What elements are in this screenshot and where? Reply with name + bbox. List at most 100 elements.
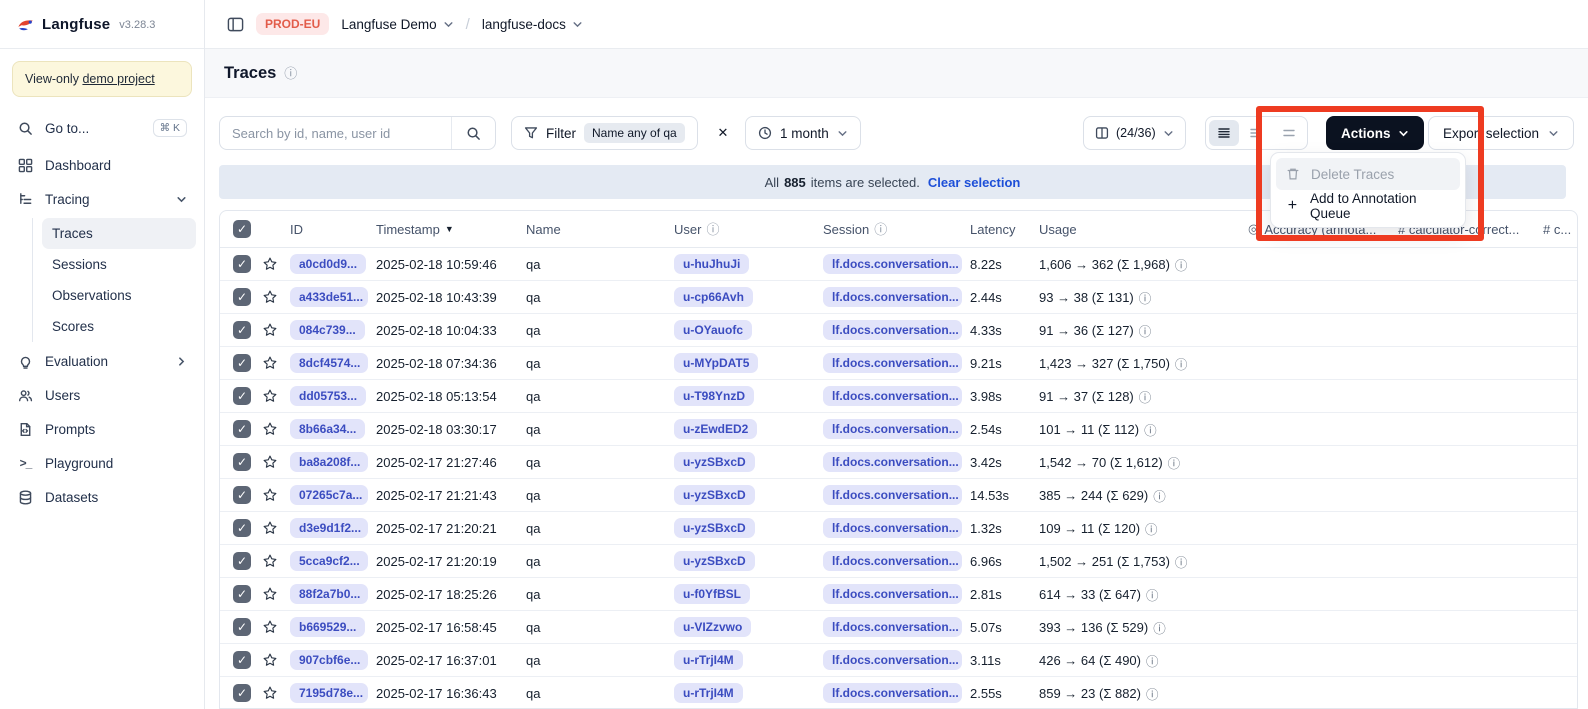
user-badge[interactable]: u-OYauofc: [674, 320, 752, 340]
sidebar-toggle-icon[interactable]: [227, 16, 244, 33]
filter-button[interactable]: Filter Name any of qa: [511, 116, 698, 150]
star-icon[interactable]: [262, 256, 278, 272]
session-badge[interactable]: lf.docs.conversation...: [823, 386, 962, 406]
user-badge[interactable]: u-rTrjI4M: [674, 650, 743, 670]
user-badge[interactable]: u-f0YfBSL: [674, 584, 750, 604]
trace-id-badge[interactable]: dd05753...: [290, 386, 366, 406]
org-selector[interactable]: Langfuse Demo: [341, 17, 453, 32]
sidebar-item-scores[interactable]: Scores: [42, 311, 196, 342]
star-icon[interactable]: [262, 322, 278, 338]
row-checkbox[interactable]: ✓: [233, 618, 251, 636]
session-badge[interactable]: lf.docs.conversation...: [823, 287, 962, 307]
user-badge[interactable]: u-yzSBxcD: [674, 551, 755, 571]
sidebar-item-prompts[interactable]: Prompts: [8, 412, 196, 446]
star-icon[interactable]: [262, 454, 278, 470]
sidebar-item-playground[interactable]: >_ Playground: [8, 446, 196, 480]
header-usage[interactable]: Usage: [1035, 222, 1244, 237]
session-badge[interactable]: lf.docs.conversation...: [823, 485, 962, 505]
export-selection-button[interactable]: Export selection: [1428, 116, 1574, 150]
demo-project-link[interactable]: demo project: [82, 72, 154, 86]
info-icon[interactable]: ⓘ: [1175, 552, 1188, 571]
row-checkbox[interactable]: ✓: [233, 486, 251, 504]
row-height-small-button[interactable]: [1209, 120, 1239, 146]
clear-selection-link[interactable]: Clear selection: [928, 175, 1021, 190]
sidebar-item-observations[interactable]: Observations: [42, 280, 196, 311]
row-checkbox[interactable]: ✓: [233, 519, 251, 537]
star-icon[interactable]: [262, 619, 278, 635]
info-icon[interactable]: ⓘ: [284, 67, 297, 80]
table-row[interactable]: ✓907cbf6e...2025-02-17 16:37:01qau-rTrjI…: [220, 644, 1577, 677]
table-row[interactable]: ✓d3e9d1f2...2025-02-17 21:20:21qau-yzSBx…: [220, 512, 1577, 545]
goto-button[interactable]: Go to... ⌘ K: [8, 111, 196, 145]
user-badge[interactable]: u-T98YnzD: [674, 386, 754, 406]
session-badge[interactable]: lf.docs.conversation...: [823, 518, 962, 538]
sidebar-item-datasets[interactable]: Datasets: [8, 480, 196, 514]
user-badge[interactable]: u-yzSBxcD: [674, 452, 755, 472]
sidebar-item-evaluation[interactable]: Evaluation: [8, 344, 196, 378]
user-badge[interactable]: u-zEwdED2: [674, 419, 757, 439]
row-checkbox[interactable]: ✓: [233, 354, 251, 372]
row-checkbox[interactable]: ✓: [233, 420, 251, 438]
star-icon[interactable]: [262, 421, 278, 437]
row-checkbox[interactable]: ✓: [233, 651, 251, 669]
trace-id-badge[interactable]: 8b66a34...: [290, 419, 365, 439]
info-icon[interactable]: ⓘ: [1139, 387, 1152, 406]
session-badge[interactable]: lf.docs.conversation...: [823, 353, 962, 373]
user-badge[interactable]: u-MYpDAT5: [674, 353, 758, 373]
table-row[interactable]: ✓b669529...2025-02-17 16:58:45qau-VIZzvw…: [220, 611, 1577, 644]
table-row[interactable]: ✓084c739...2025-02-18 10:04:33qau-OYauof…: [220, 314, 1577, 347]
session-badge[interactable]: lf.docs.conversation...: [823, 551, 962, 571]
trace-id-badge[interactable]: ba8a208f...: [290, 452, 368, 472]
table-row[interactable]: ✓8dcf4574...2025-02-18 07:34:36qau-MYpDA…: [220, 347, 1577, 380]
project-selector[interactable]: langfuse-docs: [482, 17, 583, 32]
info-icon[interactable]: ⓘ: [1146, 684, 1159, 703]
menu-item-add-to-annotation-queue[interactable]: + Add to Annotation Queue: [1276, 190, 1460, 222]
trace-id-badge[interactable]: 5cca9cf2...: [290, 551, 368, 571]
trace-id-badge[interactable]: 084c739...: [290, 320, 365, 340]
sidebar-item-sessions[interactable]: Sessions: [42, 249, 196, 280]
user-badge[interactable]: u-yzSBxcD: [674, 518, 755, 538]
row-checkbox[interactable]: ✓: [233, 453, 251, 471]
info-icon[interactable]: ⓘ: [1146, 585, 1159, 604]
session-badge[interactable]: lf.docs.conversation...: [823, 584, 962, 604]
table-row[interactable]: ✓88f2a7b0...2025-02-17 18:25:26qau-f0YfB…: [220, 578, 1577, 611]
star-icon[interactable]: [262, 586, 278, 602]
sidebar-item-users[interactable]: Users: [8, 378, 196, 412]
sidebar-item-traces[interactable]: Traces: [42, 218, 196, 249]
star-icon[interactable]: [262, 520, 278, 536]
session-badge[interactable]: lf.docs.conversation...: [823, 320, 962, 340]
star-icon[interactable]: [262, 685, 278, 701]
session-badge[interactable]: lf.docs.conversation...: [823, 650, 962, 670]
info-icon[interactable]: ⓘ: [1175, 354, 1188, 373]
header-name[interactable]: Name: [522, 222, 670, 237]
row-checkbox[interactable]: ✓: [233, 255, 251, 273]
star-icon[interactable]: [262, 553, 278, 569]
session-badge[interactable]: lf.docs.conversation...: [823, 683, 962, 703]
column-visibility-button[interactable]: (24/36): [1083, 116, 1186, 150]
header-score-extra[interactable]: # c...: [1539, 222, 1577, 237]
session-badge[interactable]: lf.docs.conversation...: [823, 419, 962, 439]
select-all-checkbox[interactable]: ✓: [233, 220, 251, 238]
star-icon[interactable]: [262, 289, 278, 305]
user-badge[interactable]: u-yzSBxcD: [674, 485, 755, 505]
trace-id-badge[interactable]: a0cd0d9...: [290, 254, 366, 274]
table-row[interactable]: ✓7195d78e...2025-02-17 16:36:43qau-rTrjI…: [220, 677, 1577, 709]
sidebar-item-dashboard[interactable]: Dashboard: [8, 148, 196, 182]
trace-id-badge[interactable]: 88f2a7b0...: [290, 584, 368, 604]
header-timestamp[interactable]: Timestamp▼: [372, 222, 522, 237]
trace-id-badge[interactable]: 8dcf4574...: [290, 353, 368, 373]
table-row[interactable]: ✓dd05753...2025-02-18 05:13:54qau-T98Ynz…: [220, 380, 1577, 413]
search-submit-icon[interactable]: [451, 117, 495, 149]
row-checkbox[interactable]: ✓: [233, 321, 251, 339]
row-checkbox[interactable]: ✓: [233, 684, 251, 702]
star-icon[interactable]: [262, 487, 278, 503]
star-icon[interactable]: [262, 652, 278, 668]
header-id[interactable]: ID: [286, 222, 372, 237]
table-row[interactable]: ✓a0cd0d9...2025-02-18 10:59:46qau-huJhuJ…: [220, 248, 1577, 281]
info-icon[interactable]: ⓘ: [1175, 255, 1188, 274]
sidebar-item-tracing[interactable]: Tracing: [8, 182, 196, 216]
header-user[interactable]: Userⓘ: [670, 222, 819, 237]
info-icon[interactable]: ⓘ: [1139, 321, 1152, 340]
table-row[interactable]: ✓5cca9cf2...2025-02-17 21:20:19qau-yzSBx…: [220, 545, 1577, 578]
info-icon[interactable]: ⓘ: [1144, 420, 1157, 439]
